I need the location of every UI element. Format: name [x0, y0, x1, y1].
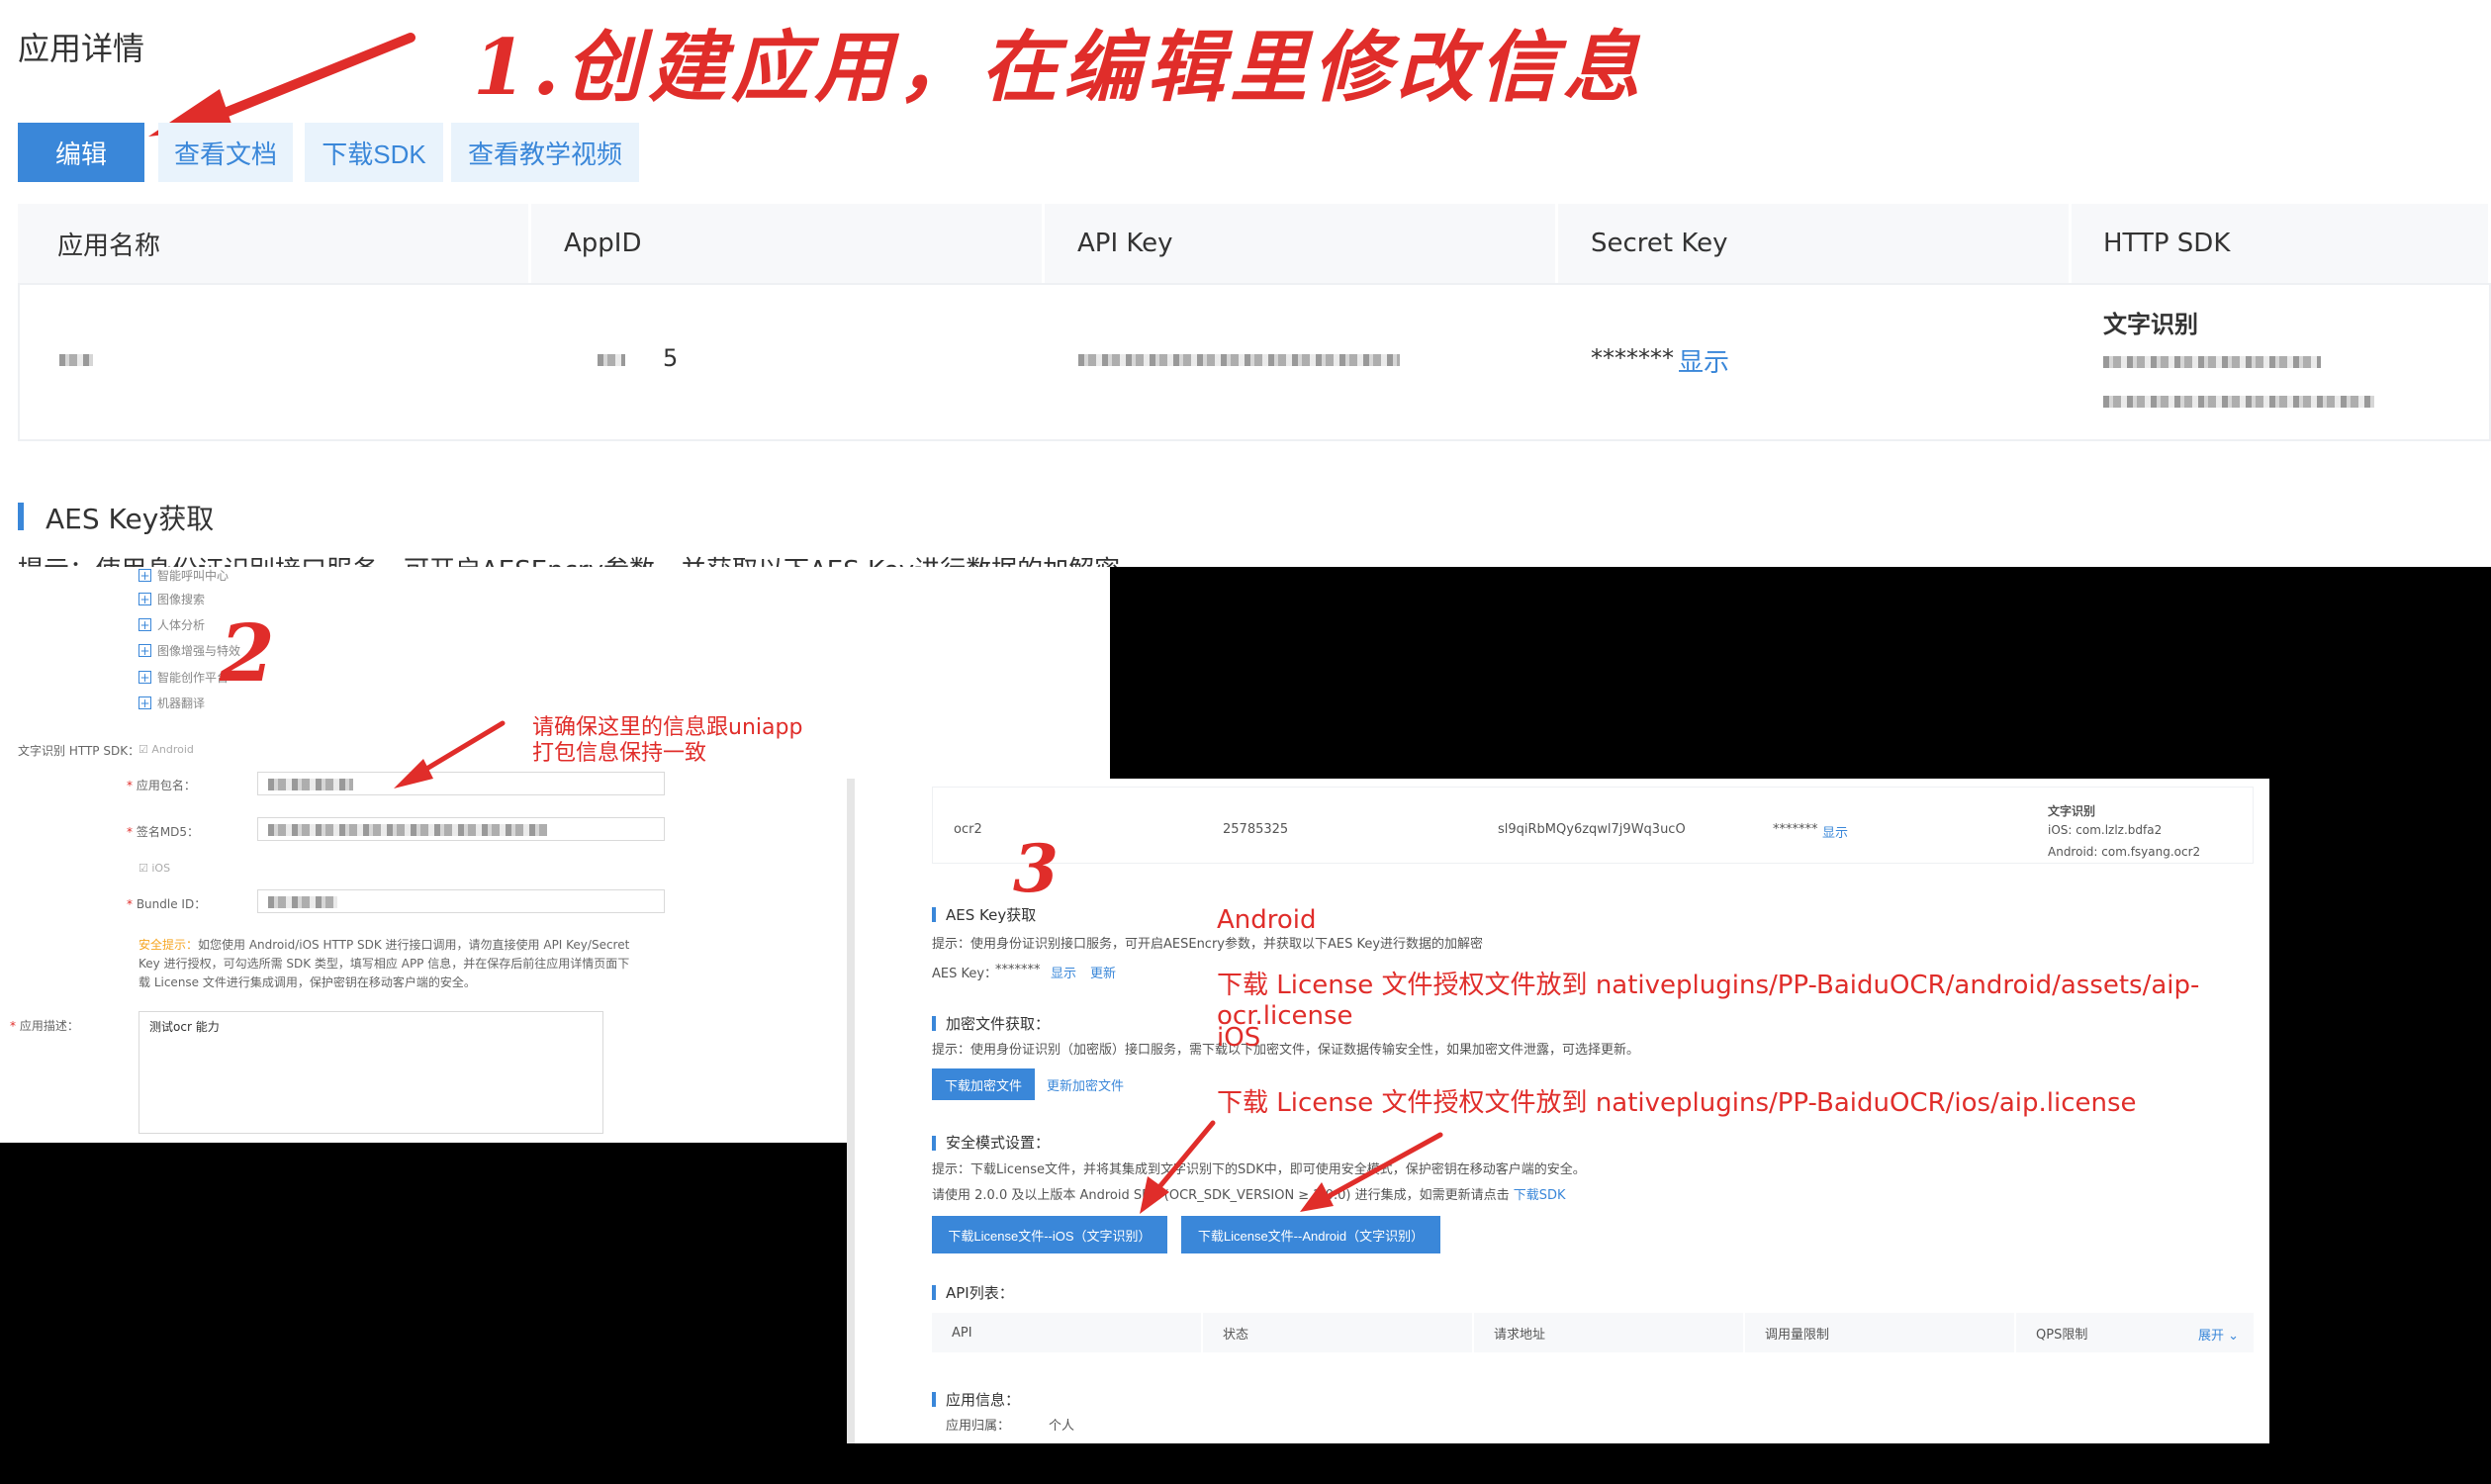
th-status: 状态	[1203, 1313, 1472, 1352]
aes-hint: 提示：使用身份证识别接口服务，可开启AESEncry参数，并获取以下AES Ke…	[18, 550, 1120, 567]
owner-label: 应用归属：	[946, 1419, 1011, 1434]
expand-plus-icon: +	[138, 569, 151, 583]
expand-plus-icon: +	[138, 618, 151, 632]
annotation-step-1: 1.创建应用，在编辑里修改信息	[473, 23, 1646, 113]
package-label: * 应用包名：	[127, 779, 196, 792]
bundle-label: * Bundle ID：	[127, 897, 207, 911]
aes-key-value: *******	[995, 963, 1041, 977]
sdk-ios: iOS: com.lzlz.bdfa2	[2048, 823, 2163, 837]
aes-key-label: AES Key：	[932, 967, 998, 981]
encrypt-hint: 提示：使用身份证识别（加密版）接口服务，需下载以下加密文件，保证数据传输安全性，…	[932, 1043, 1640, 1058]
tree-item[interactable]: + 人体分析	[138, 616, 205, 633]
android-checkbox[interactable]: ☑ Android	[138, 743, 194, 756]
http-sdk-label: 文字识别 HTTP SDK：	[18, 744, 140, 758]
appid-tail: 5	[663, 344, 679, 372]
section-bar	[932, 1392, 936, 1407]
th-endpoint: 请求地址	[1474, 1313, 1743, 1352]
ios-checkbox[interactable]: ☑ iOS	[138, 862, 170, 875]
app-detail-panel: 应用详情 1.创建应用，在编辑里修改信息 编辑 查看文档 下载SDK 查看教学视…	[0, 0, 2491, 567]
aes-section-title: AES Key获取	[46, 503, 215, 535]
aes-show-link[interactable]: 显示	[1051, 963, 1076, 981]
app-name-redacted	[59, 354, 93, 366]
aes-title: AES Key获取	[946, 906, 1037, 924]
appid-redacted	[598, 354, 625, 366]
md5-input[interactable]	[257, 817, 665, 841]
secret-masked: *******	[1773, 822, 1818, 837]
page-title: 应用详情	[18, 30, 145, 67]
security-title: 安全模式设置：	[946, 1134, 1051, 1152]
annotation-arrow-2	[394, 720, 506, 788]
view-docs-button[interactable]: 查看文档	[158, 123, 293, 182]
section-bar	[18, 503, 24, 530]
tree-item[interactable]: + 机器翻译	[138, 695, 205, 711]
th-quota: 调用量限制	[1745, 1313, 2014, 1352]
expand-plus-icon: +	[138, 696, 151, 710]
download-sdk-link[interactable]: 下载SDK	[1514, 1188, 1566, 1203]
section-bar	[932, 1016, 936, 1031]
security-note: 安全提示：如您使用 Android/iOS HTTP SDK 进行接口调用，请勿…	[138, 938, 630, 989]
md5-label: * 签名MD5：	[127, 825, 200, 839]
panel-edge	[847, 779, 855, 1443]
annotation-android-path: 下载 License 文件授权文件放到 nativeplugins/PP-Bai…	[1217, 971, 2200, 1031]
th-api: API	[932, 1313, 1201, 1352]
aes-hint: 提示：使用身份证识别接口服务，可开启AESEncry参数，并获取以下AES Ke…	[932, 937, 1484, 952]
sdk-title: 文字识别	[2048, 804, 2096, 818]
download-encrypt-button[interactable]: 下载加密文件	[932, 1068, 1035, 1100]
edit-button[interactable]: 编辑	[18, 123, 144, 182]
annotation-step-3: 3	[1013, 830, 1059, 907]
tutorial-video-button[interactable]: 查看教学视频	[451, 123, 639, 182]
expand-plus-icon: +	[138, 593, 151, 606]
annotation-android-title: Android	[1217, 905, 1317, 935]
desc-label: * 应用描述：	[10, 1019, 79, 1033]
tree-item[interactable]: + 图像搜索	[138, 591, 205, 607]
owner-value: 个人	[1049, 1419, 1075, 1434]
app-detail-panel-2: ocr2 25785325 sl9qiRbMQy6zqwl7j9Wq3ucO *…	[847, 779, 2269, 1443]
annotation-ios-path: 下载 License 文件授权文件放到 nativeplugins/PP-Bai…	[1217, 1088, 2137, 1118]
update-encrypt-link[interactable]: 更新加密文件	[1047, 1075, 1124, 1094]
th-appid: AppID	[531, 204, 1045, 283]
api-key-redacted	[1078, 354, 1400, 366]
annotation-step-2: 2	[220, 606, 275, 699]
download-sdk-button[interactable]: 下载SDK	[305, 123, 443, 182]
expand-plus-icon: +	[138, 671, 151, 685]
expand-link[interactable]: 展开 ⌄	[2198, 1325, 2239, 1344]
api-list-title: API列表：	[946, 1284, 1014, 1302]
annotation-arrows-3	[1140, 1120, 1443, 1214]
chevron-down-icon: ⌄	[2228, 1329, 2240, 1344]
annotation-note-2: 请确保这里的信息跟uniapp 打包信息保持一致	[532, 715, 803, 766]
encrypt-title: 加密文件获取：	[946, 1015, 1051, 1033]
sdk-ios-redacted	[2103, 356, 2321, 368]
th-secret-key: Secret Key	[1558, 204, 2072, 283]
api-key: sl9qiRbMQy6zqwl7j9Wq3ucO	[1498, 822, 1686, 837]
sdk-android-redacted	[2103, 396, 2374, 408]
th-app-name: 应用名称	[18, 204, 531, 283]
sdk-title: 文字识别	[2103, 311, 2198, 338]
expand-plus-icon: +	[138, 644, 151, 658]
show-secret-link[interactable]: 显示	[1822, 822, 1848, 841]
tree-item[interactable]: + 智能呼叫中心	[138, 567, 229, 584]
section-bar	[932, 907, 936, 922]
show-secret-link[interactable]: 显示	[1678, 342, 1729, 379]
annotation-ios-title: iOS	[1217, 1023, 1261, 1053]
desc-textarea[interactable]: 测试ocr 能力	[138, 1011, 603, 1134]
appid: 25785325	[1223, 822, 1289, 837]
th-http-sdk: HTTP SDK	[2072, 204, 2491, 283]
section-bar	[932, 1285, 936, 1300]
sdk-android: Android: com.fsyang.ocr2	[2048, 845, 2201, 859]
section-bar	[932, 1136, 936, 1151]
tree-item[interactable]: + 智能创作平台	[138, 669, 229, 686]
bundle-input[interactable]	[257, 889, 665, 913]
secret-masked: *******	[1591, 344, 1674, 372]
annotation-arrow-1	[148, 33, 415, 137]
app-name: ocr2	[954, 822, 982, 837]
aes-update-link[interactable]: 更新	[1090, 963, 1116, 981]
app-info-title: 应用信息：	[946, 1391, 1021, 1409]
th-api-key: API Key	[1045, 204, 1558, 283]
